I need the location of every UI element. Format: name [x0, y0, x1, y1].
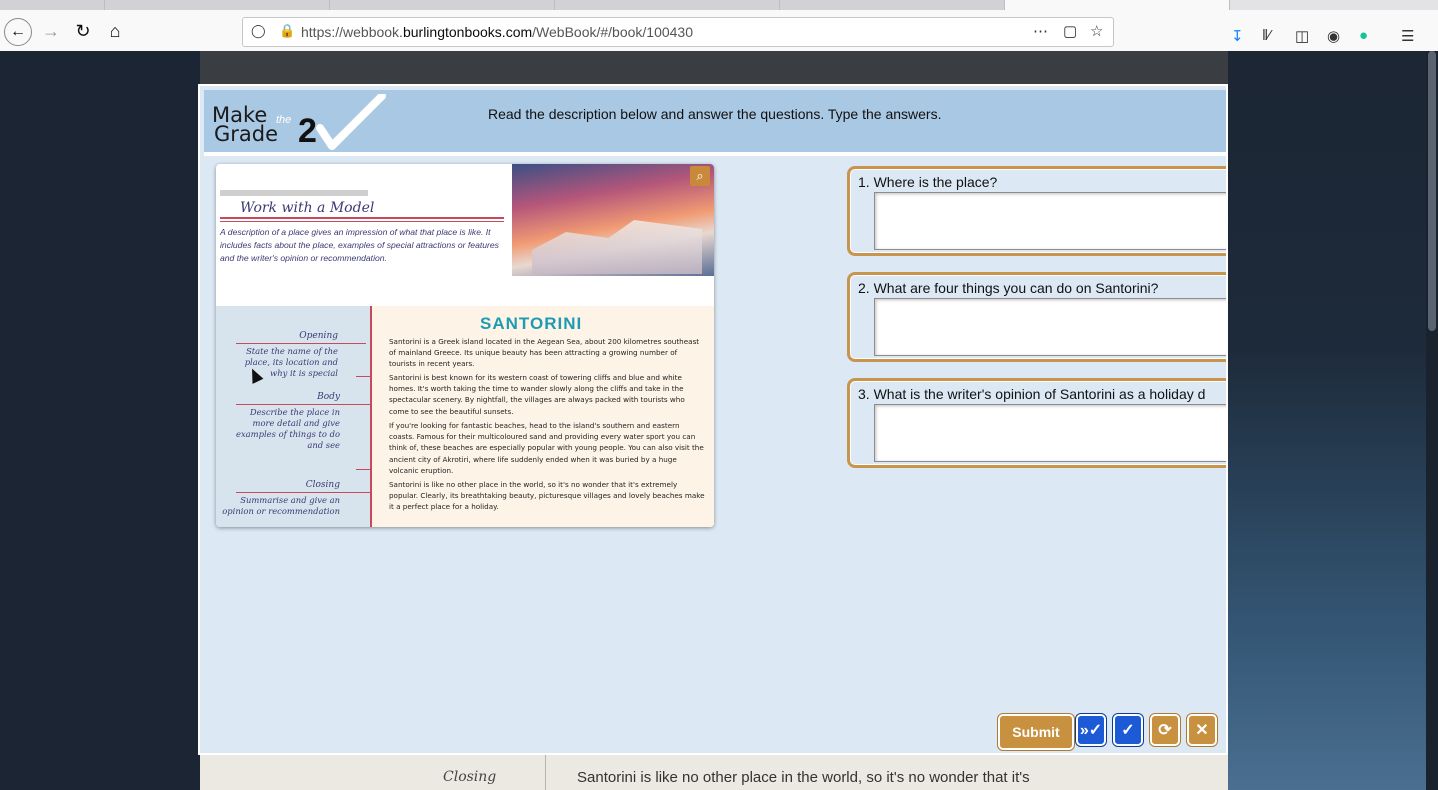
submit-button[interactable]: Submit [998, 714, 1074, 750]
column-divider [370, 306, 372, 527]
question-label: What are four things you can do on Santo… [873, 280, 1159, 296]
question-card: 1. Where is the place? [847, 166, 1226, 256]
closing-label: Closing [443, 769, 497, 785]
question-number: 2. [858, 280, 870, 296]
body-hint: Describe the place in more detail and gi… [236, 407, 341, 450]
background-image [1228, 51, 1438, 790]
logo-the: the [276, 114, 292, 126]
body-arrow [236, 404, 370, 405]
closing-label: Closing [305, 480, 340, 490]
closing-arrow [236, 492, 370, 493]
question-card: 3. What is the writer's opinion of Santo… [847, 378, 1226, 468]
reload-icon[interactable]: ↻ [70, 18, 96, 44]
more-actions-icon[interactable]: ⋯ [1033, 22, 1048, 40]
santorini-photo [512, 164, 714, 276]
question-number: 3. [858, 386, 870, 402]
ebook-page-bottom: Closing Santorini is like no other place… [200, 755, 1228, 790]
browser-tab[interactable] [0, 0, 105, 10]
opening-arrow [356, 376, 370, 377]
section-description: A description of a place gives an impres… [220, 227, 499, 263]
logo-grade: Grade [214, 122, 279, 146]
article-paragraph: Santorini is a Greek island located in t… [389, 337, 700, 369]
question-text: 3. What is the writer's opinion of Santo… [858, 386, 1205, 402]
back-icon[interactable]: ← [4, 18, 32, 46]
textbook-image: Work with a Model A description of a pla… [216, 164, 714, 527]
buildings-shape [532, 220, 702, 274]
browser-tab-active[interactable] [1005, 0, 1230, 10]
menu-icon[interactable]: ☰ [1401, 27, 1414, 45]
question-text: 1. Where is the place? [858, 174, 997, 190]
decorative-bar [220, 190, 368, 196]
forward-icon[interactable]: → [38, 18, 64, 44]
shield-icon[interactable]: ◯ [251, 23, 266, 39]
page-paragraph: Santorini is like no other place in the … [577, 769, 1030, 786]
question-label: What is the writer's opinion of Santorin… [873, 386, 1206, 402]
logo-number: 2 [298, 112, 317, 150]
zoom-icon[interactable]: ⌕ [690, 166, 710, 186]
scrollbar-thumb[interactable] [1428, 51, 1436, 331]
library-icon[interactable]: ‖⁄ [1262, 27, 1271, 44]
article-paragraph: Santorini is best known for its western … [389, 373, 685, 416]
show-answer-icon[interactable]: ✓ [1113, 714, 1143, 746]
instruction-text: Read the description below and answer th… [488, 106, 942, 122]
close-icon[interactable]: ✕ [1187, 714, 1217, 746]
article-title: SANTORINI [480, 314, 583, 333]
pocket-icon[interactable]: ▢ [1063, 22, 1077, 40]
sidebar-icon[interactable]: ◫ [1295, 27, 1309, 45]
closing-hint: Summarise and give an opinion or recomme… [222, 495, 340, 516]
divider [545, 755, 546, 790]
tab-strip [0, 0, 1438, 10]
title-rule [220, 217, 504, 219]
article-paragraph: If you're looking for fantastic beaches,… [389, 421, 704, 475]
address-bar[interactable]: ◯ 🔒 https://webbook.burlingtonbooks.com/… [242, 17, 1114, 47]
lock-icon[interactable]: 🔒 [279, 23, 295, 39]
url-text[interactable]: https://webbook.burlingtonbooks.com/WebB… [301, 24, 693, 40]
browser-tab[interactable] [330, 0, 555, 10]
browser-tab[interactable] [105, 0, 330, 10]
body-arrow [356, 469, 370, 470]
question-card: 2. What are four things you can do on Sa… [847, 272, 1226, 362]
home-icon[interactable]: ⌂ [102, 18, 128, 44]
question-number: 1. [858, 174, 870, 190]
body-label: Body [317, 392, 340, 402]
answer-input[interactable] [874, 404, 1226, 462]
title-rule [220, 221, 504, 222]
browser-toolbar: ← → ↻ ⌂ ◯ 🔒 https://webbook.burlingtonbo… [0, 10, 1438, 52]
checkmark-icon [316, 94, 386, 150]
opening-label: Opening [299, 331, 338, 341]
download-icon[interactable]: ↧ [1231, 27, 1244, 45]
question-text: 2. What are four things you can do on Sa… [858, 280, 1158, 296]
opening-arrow [236, 343, 366, 344]
header-rule [204, 152, 1226, 156]
bookmark-star-icon[interactable]: ☆ [1090, 22, 1103, 40]
activity-modal: Make the Grade 2 Read the description be… [198, 84, 1228, 755]
browser-tab[interactable] [555, 0, 780, 10]
grammarly-icon[interactable]: ● [1359, 27, 1368, 44]
reset-icon[interactable]: ⟳ [1150, 714, 1180, 746]
browser-tab[interactable] [780, 0, 1005, 10]
show-all-answers-icon[interactable]: »✓ [1076, 714, 1106, 746]
scrollbar[interactable] [1426, 51, 1438, 790]
answer-input[interactable] [874, 298, 1226, 356]
modal-header: Make the Grade 2 Read the description be… [204, 90, 1226, 152]
question-label: Where is the place? [873, 174, 998, 190]
make-the-grade-logo: Make the Grade 2 [212, 94, 386, 156]
article-paragraph: Santorini is like no other place in the … [389, 480, 705, 512]
section-title: Work with a Model [240, 200, 375, 216]
account-icon[interactable]: ◉ [1327, 27, 1340, 45]
answer-input[interactable] [874, 192, 1226, 250]
